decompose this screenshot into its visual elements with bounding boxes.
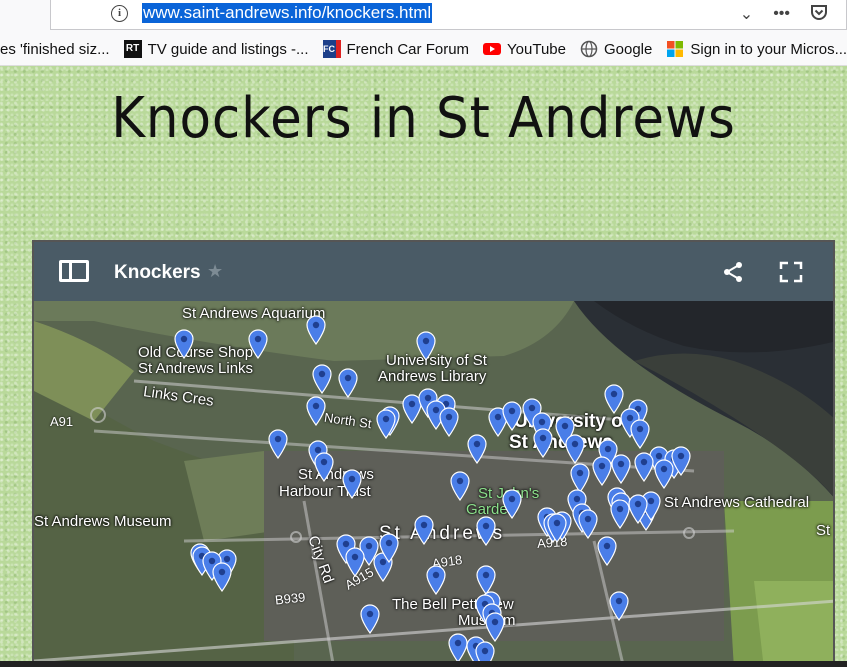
map-pin-icon[interactable] [345, 547, 365, 577]
map-label: St Andrews Aquarium [182, 305, 326, 322]
map-pin-icon[interactable] [611, 454, 631, 484]
map-pin-icon[interactable] [448, 633, 468, 663]
map-label: University of St [386, 352, 487, 369]
map-pin-icon[interactable] [502, 489, 522, 519]
fullscreen-icon[interactable] [779, 261, 803, 283]
map-pin-icon[interactable] [414, 515, 434, 545]
map-pin-icon[interactable] [450, 471, 470, 501]
more-options-icon[interactable]: ••• [773, 5, 790, 23]
map-label: St Andrews Links [138, 360, 254, 377]
map-pin-icon[interactable] [248, 329, 268, 359]
map-pin-icon[interactable] [578, 509, 598, 539]
globe-icon [580, 40, 598, 58]
map-pin-icon[interactable] [439, 407, 459, 437]
bookmark-item[interactable]: Sign in to your Micros... [666, 40, 847, 58]
map-pin-icon[interactable] [360, 604, 380, 634]
map-pin-icon[interactable] [547, 513, 567, 543]
bookmark-item[interactable]: es 'finished siz... [0, 41, 110, 58]
url-text[interactable]: www.saint-andrews.info/knockers.html [142, 3, 433, 23]
sidebar-toggle-icon[interactable] [59, 260, 89, 282]
bookmarks-bar: es 'finished siz... RT TV guide and list… [0, 33, 847, 66]
bookmark-label: Sign in to your Micros... [690, 40, 847, 58]
bookmark-item[interactable]: Google [580, 40, 652, 58]
road-label: A91 [50, 414, 74, 429]
map-pin-icon[interactable] [312, 364, 332, 394]
star-icon[interactable]: ★ [207, 261, 223, 282]
map-pin-icon[interactable] [609, 591, 629, 621]
rt-icon: RT [123, 40, 142, 58]
map-pin-icon[interactable] [379, 533, 399, 563]
map-pin-icon[interactable] [628, 494, 648, 524]
map-label: Old Course Shop [138, 344, 254, 361]
bookmark-item[interactable]: RT TV guide and listings -... [123, 40, 309, 58]
chevron-down-icon[interactable]: ⌄ [740, 4, 753, 24]
map-pin-icon[interactable] [485, 612, 505, 642]
map-label: St [816, 522, 831, 539]
address-bar[interactable]: i www.saint-andrews.info/knockers.html ⌄… [50, 0, 847, 30]
map-pin-icon[interactable] [268, 429, 288, 459]
map-pin-icon[interactable] [654, 459, 674, 489]
fcf-icon: FC [322, 40, 341, 58]
map-pin-icon[interactable] [416, 331, 436, 361]
map-pin-icon[interactable] [306, 396, 326, 426]
map-canvas[interactable]: St Andrews Aquarium Old Course Shop St A… [34, 301, 833, 665]
map-pin-icon[interactable] [671, 446, 691, 476]
bookmark-item[interactable]: FC French Car Forum [322, 40, 470, 58]
bookmark-label: Google [603, 40, 653, 58]
map-pin-icon[interactable] [338, 368, 358, 398]
map-pin-icon[interactable] [376, 409, 396, 439]
map-pin-icon[interactable] [634, 452, 654, 482]
microsoft-icon [667, 41, 684, 57]
map-pin-icon[interactable] [174, 329, 194, 359]
map-header: Knockers ★ [34, 242, 833, 301]
bookmark-label: French Car Forum [346, 40, 470, 58]
map-pin-icon[interactable] [426, 565, 446, 595]
map-pin-icon[interactable] [502, 401, 522, 431]
map-pin-icon[interactable] [342, 469, 362, 499]
map-pin-icon[interactable] [306, 315, 326, 345]
map-pin-icon[interactable] [533, 428, 553, 458]
site-info-icon[interactable]: i [111, 5, 128, 22]
map-pin-icon[interactable] [592, 456, 612, 486]
map-pin-icon[interactable] [565, 434, 585, 464]
share-icon[interactable] [722, 261, 744, 283]
youtube-icon [483, 43, 502, 55]
bookmark-label: YouTube [507, 40, 566, 58]
map-label: Andrews Library [378, 368, 487, 385]
map-pin-icon[interactable] [597, 536, 617, 566]
map-pin-icon[interactable] [212, 562, 232, 592]
map-pin-icon[interactable] [314, 452, 334, 482]
map-pin-icon[interactable] [476, 516, 496, 546]
map-pin-icon[interactable] [467, 434, 487, 464]
map-pin-icon[interactable] [630, 419, 650, 449]
map-pin-icon[interactable] [610, 499, 630, 529]
page-body: Knockers in St Andrews Knockers ★ St And… [0, 66, 847, 667]
page-title: Knockers in St Andrews [111, 86, 736, 151]
embedded-map[interactable]: Knockers ★ St Andrews Aquarium Old Cours… [32, 240, 835, 667]
map-label: St Andrews Cathedral [664, 494, 810, 511]
bookmark-item[interactable]: YouTube [483, 40, 566, 58]
map-title: Knockers [114, 262, 201, 283]
pocket-icon[interactable] [810, 3, 828, 26]
map-label: St Andrews Museum [34, 513, 172, 530]
bottom-edge [0, 661, 847, 667]
browser-toolbar: i www.saint-andrews.info/knockers.html ⌄… [0, 0, 847, 33]
bookmark-label: TV guide and listings -... [147, 40, 309, 58]
road-label: B939 [274, 589, 307, 608]
bookmark-label: es 'finished siz... [0, 40, 110, 58]
